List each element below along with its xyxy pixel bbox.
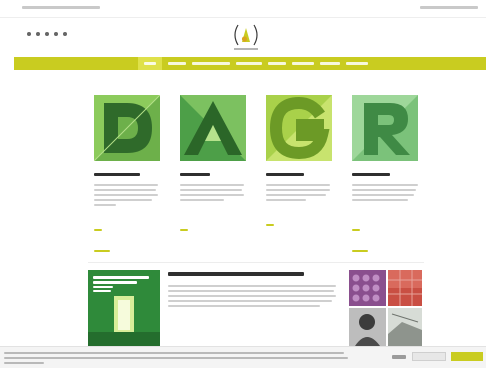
facebook-icon[interactable] — [27, 32, 31, 36]
card-text-1 — [94, 199, 152, 201]
about-text — [168, 290, 334, 292]
card-text-3 — [266, 199, 306, 201]
card-text-2 — [180, 189, 242, 191]
school-logo[interactable] — [229, 22, 263, 48]
nav-item-8[interactable] — [346, 62, 368, 65]
nav-item-4[interactable] — [236, 62, 262, 65]
cookie-text — [4, 357, 348, 359]
about-text — [168, 305, 320, 307]
card-text-1 — [94, 184, 158, 186]
card-readmore-4[interactable] — [352, 250, 368, 252]
top-right-link[interactable] — [420, 6, 478, 9]
card-text-4 — [352, 184, 418, 186]
section-divider — [88, 262, 424, 263]
event-banner[interactable] — [88, 270, 160, 348]
card-link-2[interactable] — [180, 229, 188, 231]
logo-tagline — [234, 48, 258, 50]
card-title-4[interactable] — [352, 173, 390, 176]
nav-item-5[interactable] — [268, 62, 286, 65]
top-bar — [0, 0, 486, 18]
contact-info — [22, 6, 100, 9]
card-image-design[interactable] — [94, 95, 160, 161]
banner-heading — [93, 276, 149, 279]
nav-item-2[interactable] — [168, 62, 186, 65]
card-text-4 — [352, 199, 408, 201]
card-text-4 — [352, 189, 416, 191]
social-icons — [27, 32, 67, 36]
vimeo-icon[interactable] — [63, 32, 67, 36]
card-link-4[interactable] — [352, 229, 360, 231]
door-light — [118, 300, 130, 330]
card-title-2[interactable] — [180, 173, 210, 176]
card-text-2 — [180, 194, 244, 196]
main-nav — [14, 57, 486, 70]
cookie-text — [4, 362, 44, 364]
banner-date — [93, 290, 111, 292]
nav-item-3[interactable] — [192, 62, 230, 65]
card-text-2 — [180, 184, 244, 186]
about-text — [168, 285, 336, 287]
card-text-1 — [94, 204, 116, 206]
banner-heading — [93, 281, 137, 284]
card-text-3 — [266, 184, 330, 186]
nav-item-7[interactable] — [320, 62, 340, 65]
card-title-1[interactable] — [94, 173, 140, 176]
card-text-2 — [180, 199, 224, 201]
about-heading — [168, 272, 304, 276]
card-readmore-1[interactable] — [94, 250, 110, 252]
card-text-1 — [94, 194, 158, 196]
nav-item-home[interactable] — [144, 62, 156, 65]
card-text-3 — [266, 194, 326, 196]
cookie-banner — [0, 346, 486, 368]
cookie-text — [4, 352, 344, 354]
card-text-3 — [266, 189, 330, 191]
gallery-photo-2[interactable] — [388, 270, 422, 306]
card-text-4 — [352, 194, 414, 196]
gallery-photo-3[interactable] — [349, 308, 386, 346]
card-image-photo[interactable] — [180, 95, 246, 161]
card-text-1 — [94, 189, 156, 191]
card-link-1[interactable] — [94, 229, 102, 231]
cookie-accept-button[interactable] — [451, 352, 483, 361]
cookie-reject-button[interactable] — [412, 352, 446, 361]
card-title-3[interactable] — [266, 173, 304, 176]
card-image-illustration[interactable] — [266, 95, 332, 161]
card-link-3[interactable] — [266, 224, 274, 226]
banner-date — [93, 286, 113, 288]
gallery-photo-4[interactable] — [388, 308, 422, 346]
twitter-icon[interactable] — [36, 32, 40, 36]
youtube-icon[interactable] — [54, 32, 58, 36]
instagram-icon[interactable] — [45, 32, 49, 36]
gallery-photo-1[interactable] — [349, 270, 386, 306]
nav-item-6[interactable] — [292, 62, 314, 65]
cookie-settings-link[interactable] — [392, 355, 406, 359]
card-image-graphic[interactable] — [352, 95, 418, 161]
about-text — [168, 295, 336, 297]
about-text — [168, 300, 332, 302]
